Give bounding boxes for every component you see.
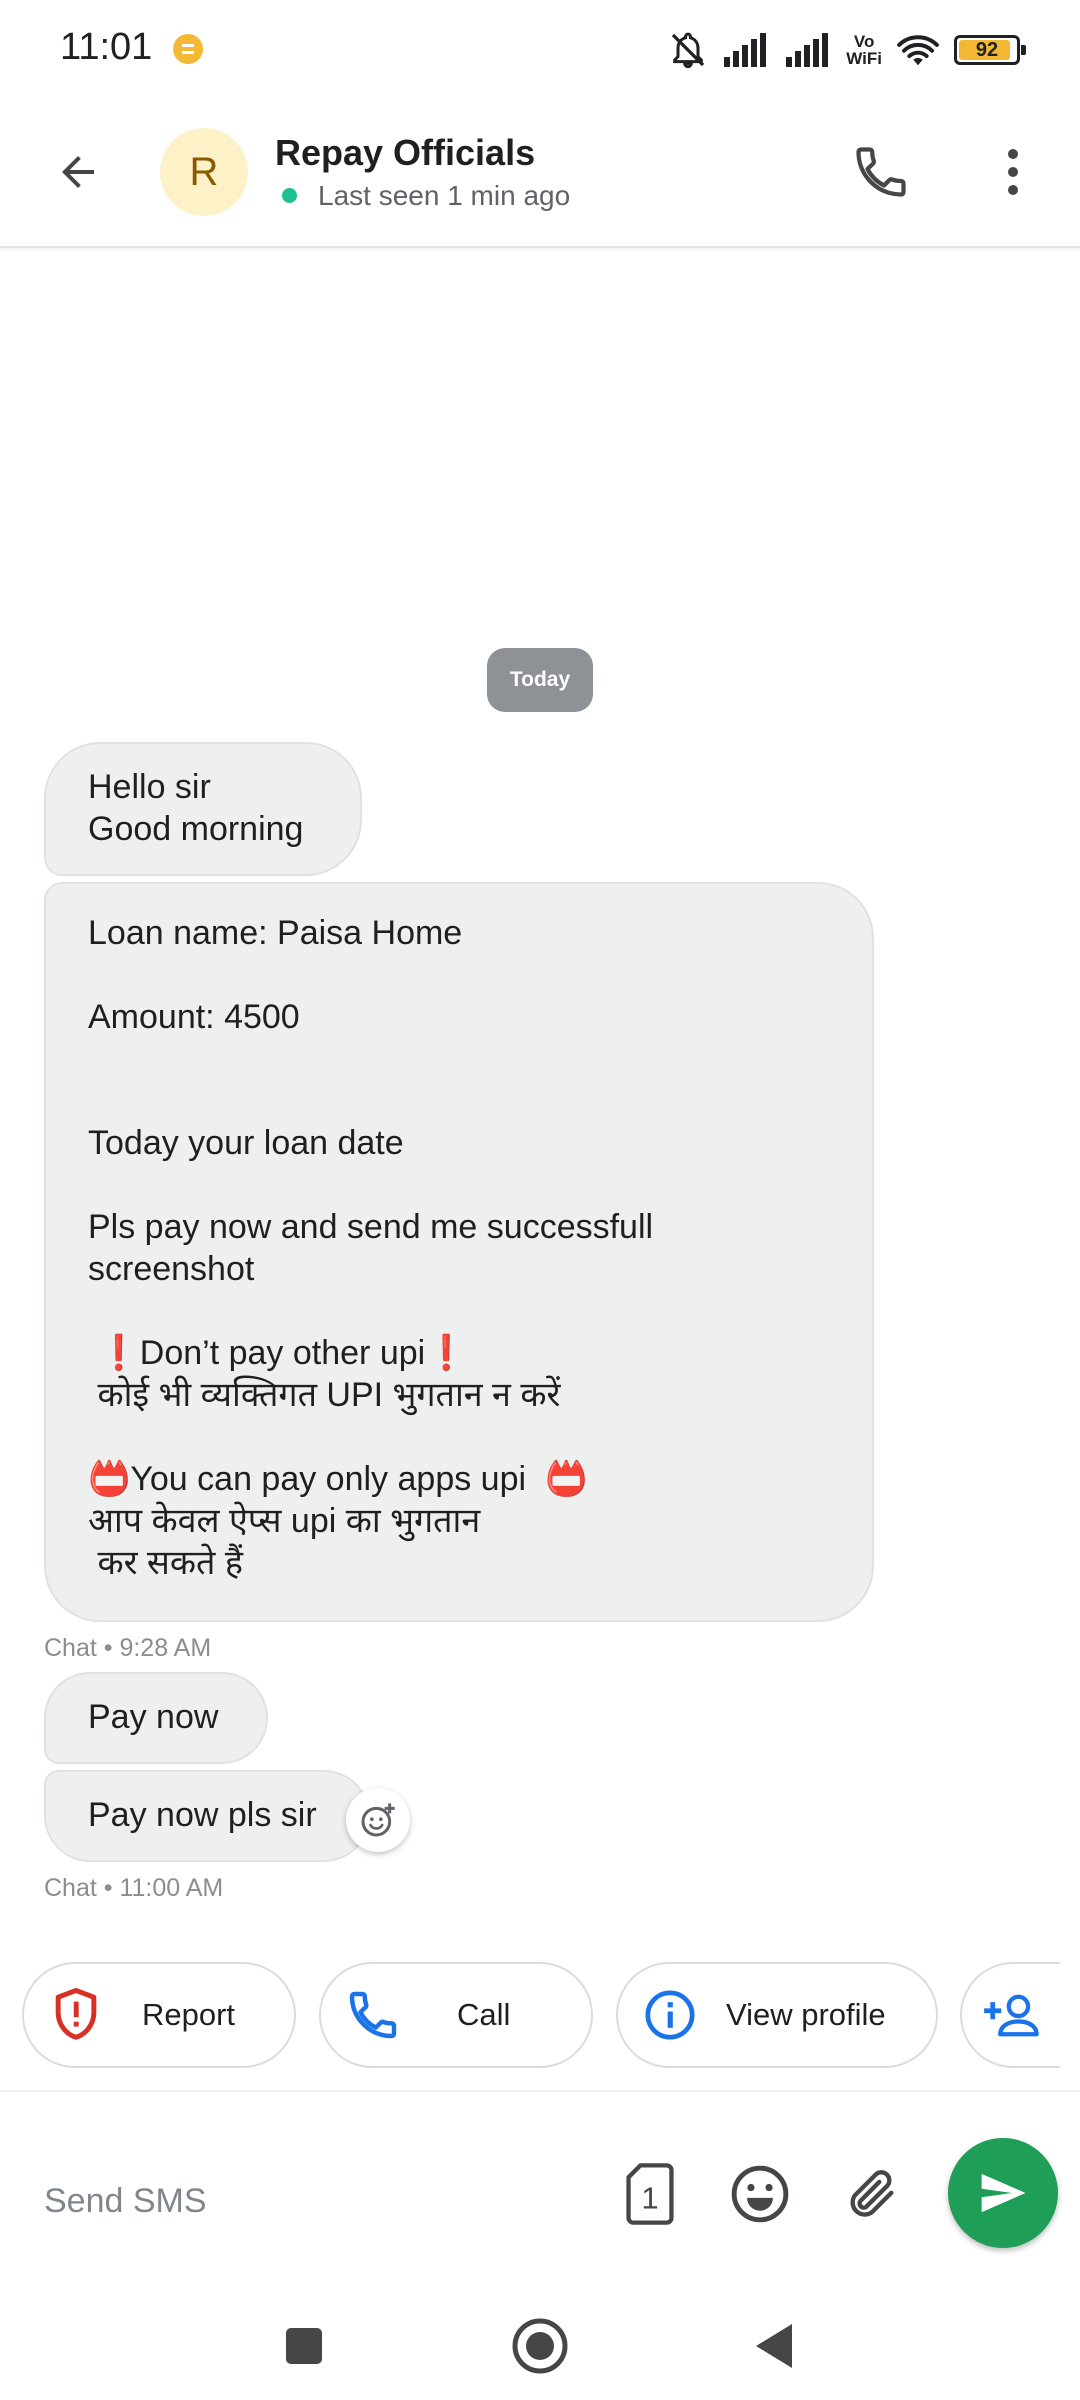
wifi-icon — [897, 35, 939, 66]
person-add-icon — [982, 1985, 1042, 2045]
recents-button[interactable] — [264, 2306, 344, 2386]
message-input[interactable]: Send SMS — [44, 2182, 207, 2221]
avatar[interactable]: R — [160, 128, 248, 216]
emoji-icon — [731, 2165, 789, 2223]
info-icon — [640, 1985, 700, 2045]
view-profile-label: View profile — [726, 1997, 886, 2032]
message-bubble[interactable]: Hello sir Good morning — [44, 742, 362, 876]
more-options-button[interactable] — [988, 136, 1038, 208]
sim-card-icon: 1 — [626, 2163, 674, 2225]
signal-icon — [724, 33, 767, 67]
call-button[interactable] — [845, 136, 917, 208]
status-icons: Vo WiFi 92 — [668, 28, 1026, 72]
back-triangle-icon — [756, 2324, 792, 2368]
attachment-icon — [850, 2170, 894, 2217]
conversation-header: R Repay Officials Last seen 1 min ago — [0, 100, 1080, 248]
arrow-back-icon — [62, 156, 94, 188]
message-meta: Chat • 9:28 AM — [44, 1634, 212, 1662]
vowifi-icon: Vo WiFi — [846, 33, 882, 67]
online-status-dot — [282, 188, 297, 203]
call-label: Call — [457, 1997, 511, 2032]
message-bubble[interactable]: Loan name: Paisa Home Amount: 4500 Today… — [44, 882, 874, 1622]
compose-bar: Send SMS 1 — [0, 2090, 1080, 2292]
message-bubble[interactable]: Pay now pls sir — [44, 1770, 370, 1862]
call-action-button[interactable]: Call — [319, 1962, 593, 2068]
back-button[interactable] — [42, 140, 114, 204]
vowifi-label-bottom: WiFi — [846, 49, 882, 68]
phone-icon — [856, 147, 906, 197]
status-time: 11:01 — [60, 26, 153, 68]
signal-icon — [786, 33, 829, 67]
add-contact-button[interactable] — [960, 1962, 1060, 2068]
home-icon — [512, 2318, 568, 2374]
sim-selector-button[interactable]: 1 — [614, 2158, 686, 2230]
battery-icon: 92 — [954, 35, 1026, 65]
home-button[interactable] — [500, 2306, 580, 2386]
call-icon — [343, 1985, 403, 2045]
back-nav-button[interactable] — [734, 2306, 814, 2386]
battery-level: 92 — [975, 38, 999, 61]
notification-app-icon — [173, 34, 203, 64]
message-bubble[interactable]: Pay now — [44, 1672, 268, 1764]
report-label: Report — [142, 1997, 236, 2032]
suggested-actions: Report Call View profile — [0, 1962, 1060, 2072]
vowifi-label-top: Vo — [853, 32, 875, 51]
send-button[interactable] — [948, 2138, 1058, 2248]
report-button[interactable]: Report — [22, 1962, 296, 2068]
emoji-button[interactable] — [724, 2158, 796, 2230]
add-reaction-icon — [361, 1803, 395, 1837]
date-separator: Today — [487, 648, 593, 712]
more-vert-icon — [1008, 149, 1018, 195]
sim-number: 1 — [641, 2180, 658, 2215]
message-meta: Chat • 11:00 AM — [44, 1874, 224, 1902]
system-navigation-bar — [0, 2290, 1080, 2400]
send-icon — [981, 2173, 1026, 2213]
add-reaction-button[interactable] — [346, 1788, 410, 1852]
view-profile-button[interactable]: View profile — [616, 1962, 938, 2068]
status-bar: 11:01 Vo WiFi 92 — [0, 0, 1080, 100]
notifications-off-icon — [672, 32, 705, 69]
contact-name[interactable]: Repay Officials — [275, 132, 535, 174]
recents-icon — [286, 2328, 322, 2364]
attach-button[interactable] — [836, 2158, 908, 2230]
report-shield-icon — [46, 1985, 106, 2045]
last-seen-status: Last seen 1 min ago — [318, 180, 571, 211]
